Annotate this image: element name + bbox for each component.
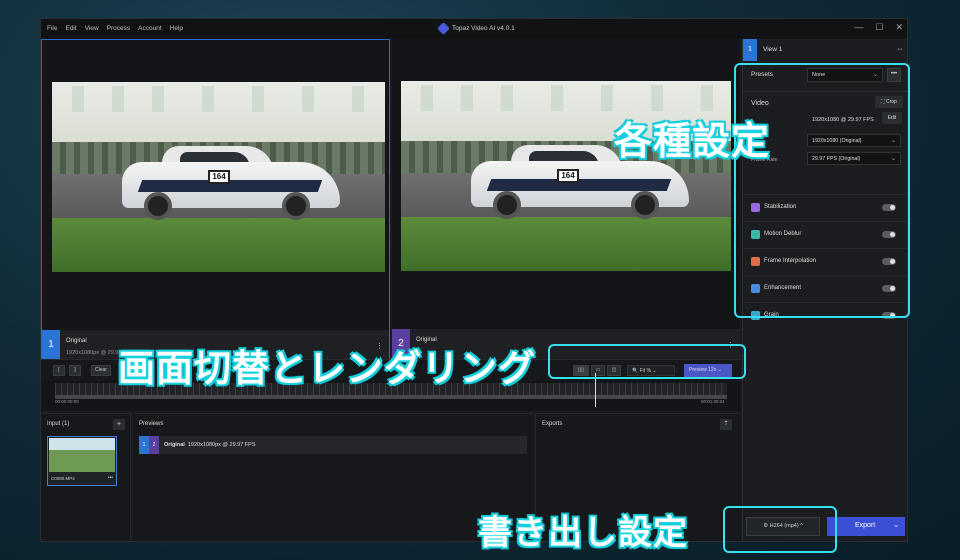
clear-button[interactable]: Clear [91,365,111,376]
close-icon[interactable]: ✕ [895,22,903,33]
video-frame: 164 [52,82,385,272]
previews-panel: Previews 1 2 Original 1920x1080px @ 29.9… [133,413,533,541]
input-filename: C0080.MP4 [51,476,75,481]
topaz-logo-icon [437,22,450,35]
preview-number: 1 [42,330,60,360]
add-input-button[interactable]: + [113,419,125,430]
input-thumbnail[interactable]: C0080.MP4 ••• [47,436,117,486]
car-number: 164 [557,169,579,183]
view-label: View 1 [763,46,783,53]
thumbnail-image [49,438,115,472]
preview-pane-original[interactable]: 164 1 Original 1920x1080px @ 29.97 FPS ⋮ [41,39,390,360]
input-panel: Input (1) + C0080.MP4 ••• [41,413,131,541]
export-highlight-box [723,506,837,553]
open-exports-icon[interactable]: ⇡ [720,419,732,430]
settings-highlight-box [734,63,910,318]
exports-label: Exports [542,421,563,427]
menu-account[interactable]: Account [138,25,162,32]
app-title: Topaz Video AI v4.0.1 [437,22,515,35]
export-annotation: 書き出し設定 [478,513,688,553]
menu-file[interactable]: File [47,25,57,32]
view-render-highlight-box [548,344,746,379]
preview-pane-enhanced[interactable]: 164 2 Original ⋮ [392,39,740,359]
menu-help[interactable]: Help [170,25,183,32]
menu-edit[interactable]: Edit [65,25,76,32]
previews-label: Previews [139,421,164,427]
timeline-start-time: 00:00:00:00 [55,399,79,404]
preview-row[interactable]: 1 2 Original 1920x1080px @ 29.97 FPS [139,436,527,454]
window-controls: — ☐ ✕ [854,22,903,33]
timeline-end-time: 00:01:20:01 [701,399,725,404]
race-car-image: 164 [122,146,340,220]
more-options-icon[interactable]: ••• [108,475,113,481]
car-number: 164 [208,170,230,184]
menu-process[interactable]: Process [107,25,130,32]
preview-title: Original [66,338,87,344]
view-number: 1 [743,39,757,61]
menu-bar: File Edit View Process Account Help [47,25,183,32]
title-bar: File Edit View Process Account Help Topa… [41,19,907,39]
export-button[interactable]: Export ⌄ [827,517,905,536]
input-label: Input (1) [47,421,70,427]
settings-annotation: 各種設定 [614,119,771,163]
view-header: 1 View 1 ⇔ [743,39,907,61]
minimize-icon[interactable]: — [854,22,863,33]
timeline-track[interactable] [55,395,727,399]
set-in-point-icon[interactable]: [ [53,365,65,376]
maximize-icon[interactable]: ☐ [875,22,883,33]
expand-icon[interactable]: ⇔ [896,44,904,53]
view-render-annotation: 画面切替とレンダリング [118,347,536,390]
menu-view[interactable]: View [85,25,99,32]
set-out-point-icon[interactable]: ] [69,365,81,376]
chevron-down-icon[interactable]: ⌄ [893,521,899,529]
